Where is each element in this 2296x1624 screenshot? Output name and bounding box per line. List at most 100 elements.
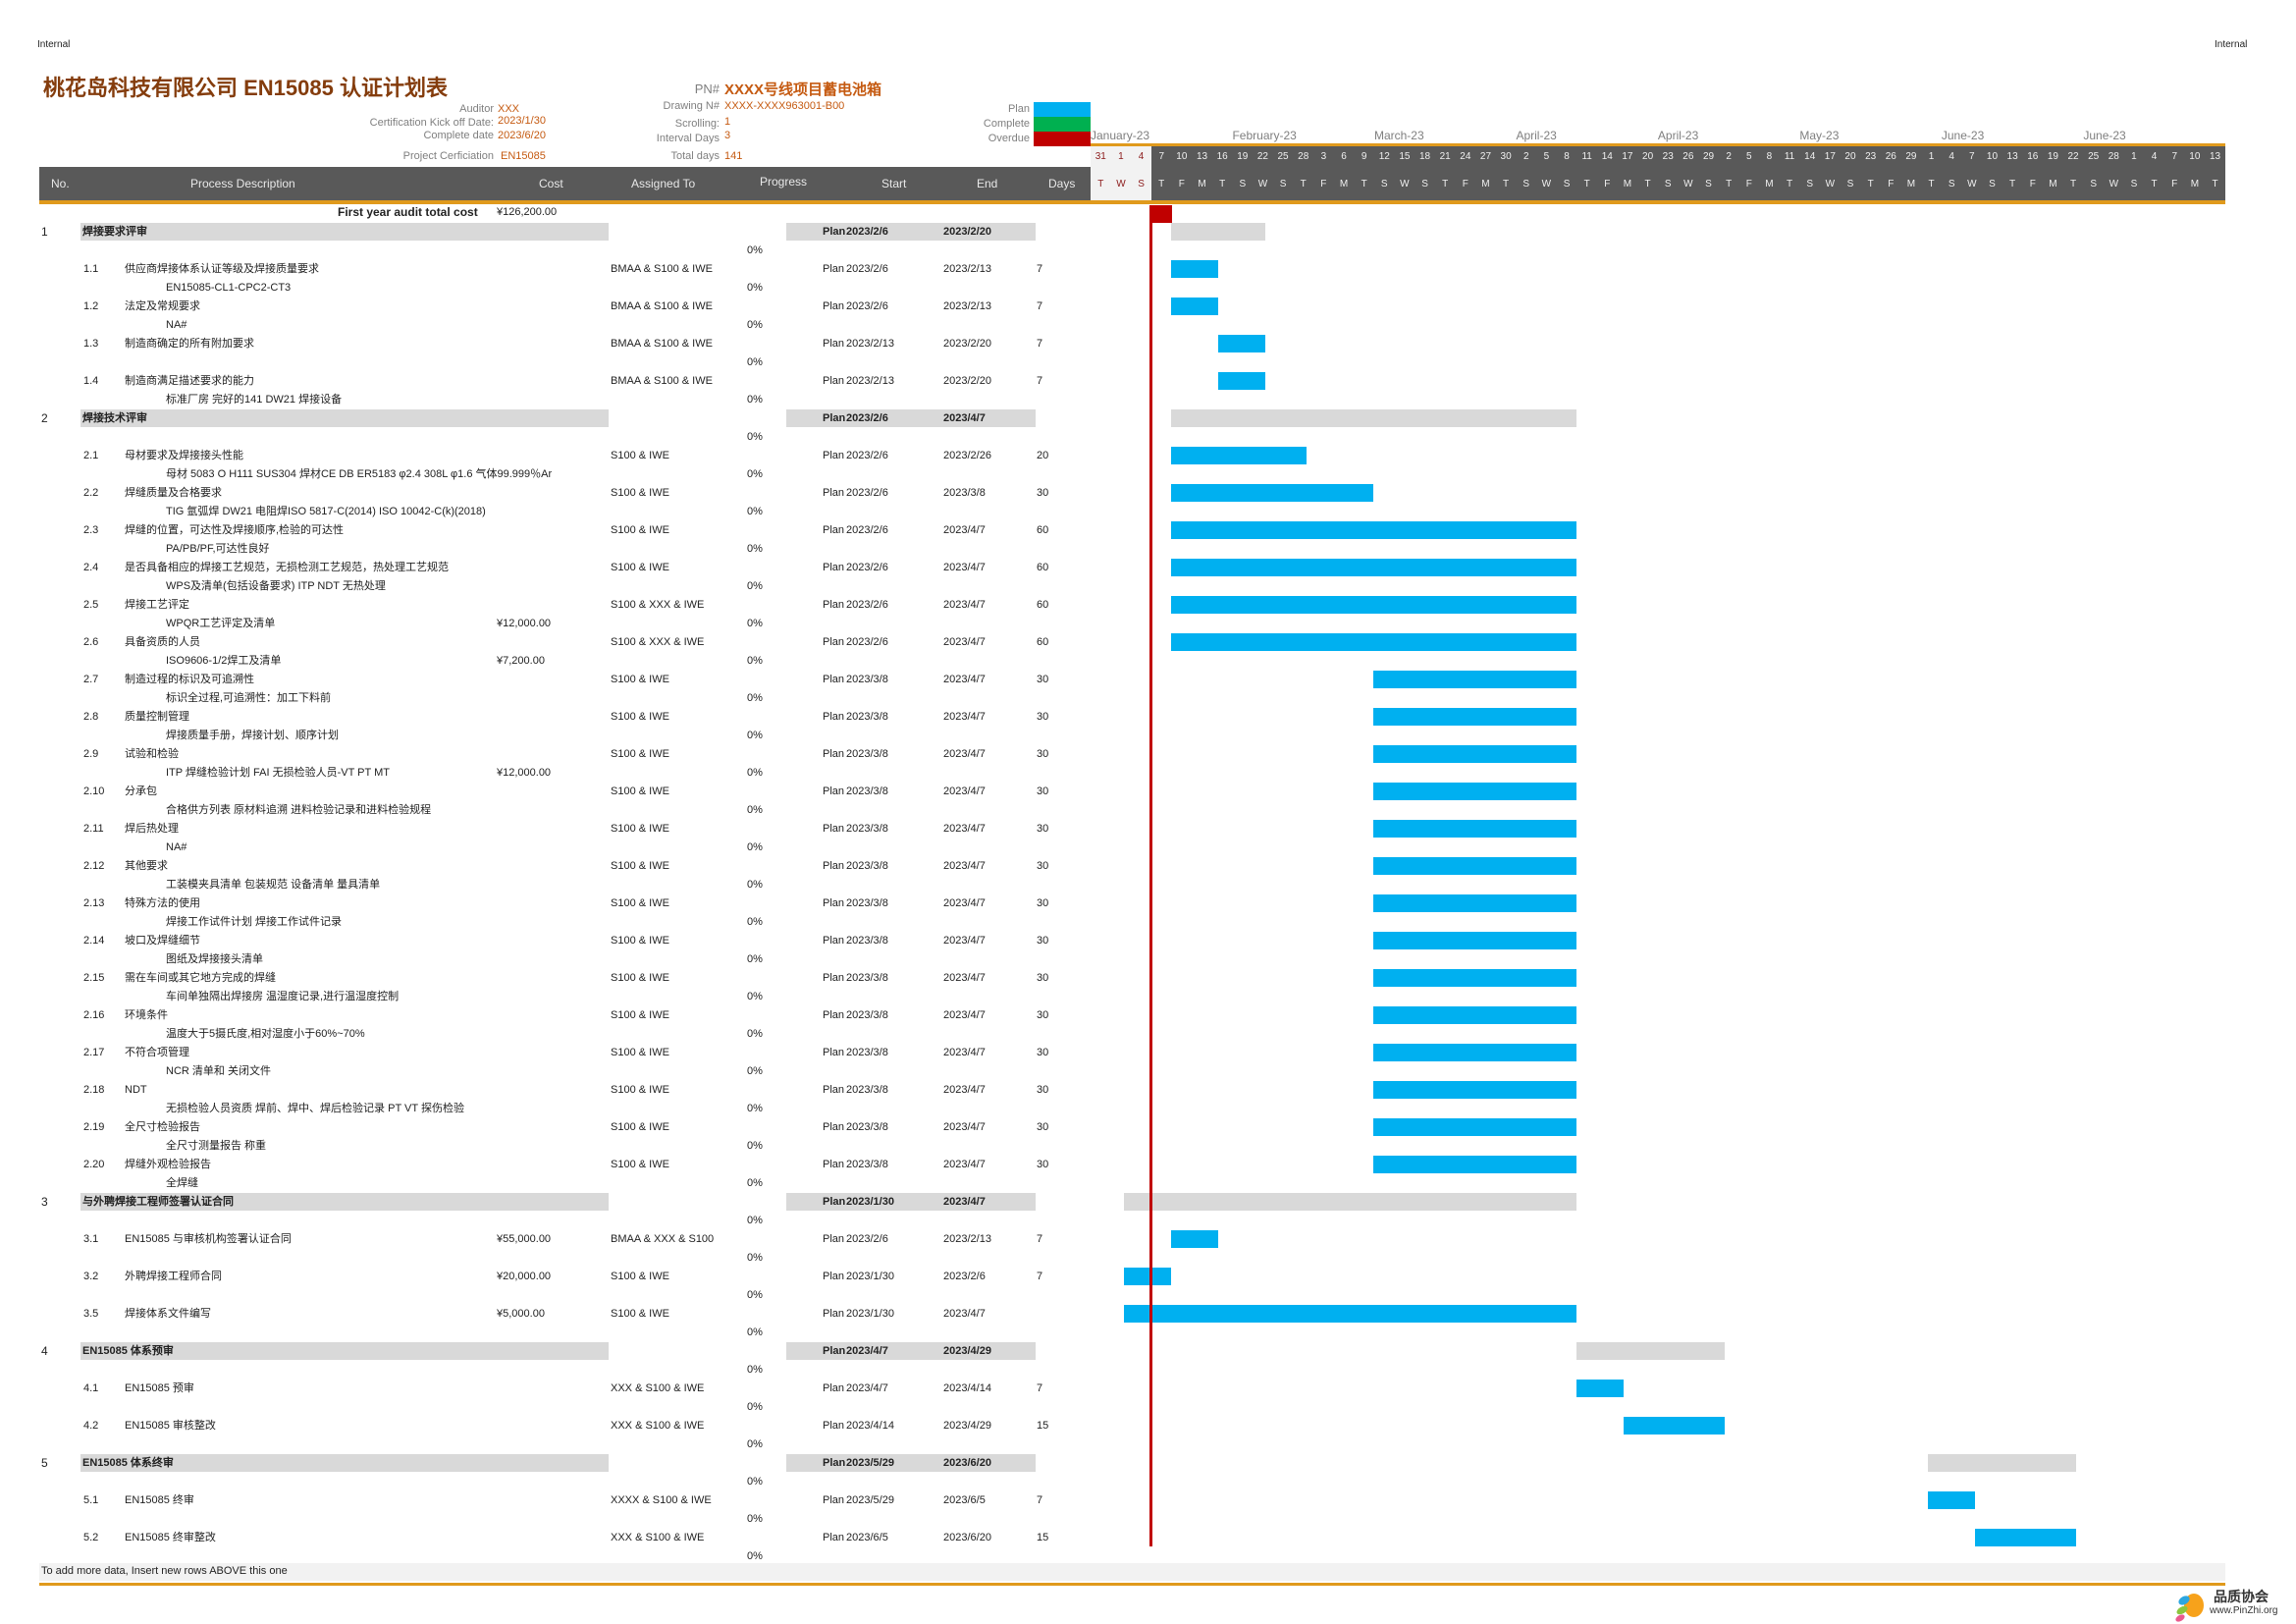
weekday-letter: F (1745, 179, 1752, 189)
task-row[interactable]: 2.14 坡口及焊缝细节 图纸及焊接接头清单 S100 & IWE Plan 2023/3… (0, 932, 2296, 969)
task-bar[interactable] (1373, 932, 1576, 949)
progress-value: 0% (747, 730, 763, 741)
footer-rule (39, 1583, 2225, 1586)
task-bar[interactable] (1373, 1081, 1576, 1099)
task-row[interactable]: 4.1 EN15085 预审 XXX & S100 & IWE Plan 2023/4/… (0, 1380, 2296, 1417)
task-number: 4.2 (83, 1420, 99, 1432)
task-row[interactable]: 2.11 焊后热处理 NA# S100 & IWE Plan 2023/3/8 2023/4… (0, 820, 2296, 857)
task-row[interactable]: 2.18 NDT 无损检验人员资质 焊前、焊中、焊后检验记录 PT VT 探伤检验 S… (0, 1081, 2296, 1118)
task-row[interactable]: 2.7 制造过程的标识及可追溯性 标识全过程,可追溯性：加工下料前 S100 & IW… (0, 671, 2296, 708)
weekday-letter: W (1257, 179, 1268, 189)
task-number: 1.2 (83, 300, 99, 312)
task-row[interactable]: 2.17 不符合项管理 NCR 清单和 关闭文件 S100 & IWE Plan 2023… (0, 1044, 2296, 1081)
group-bar[interactable] (1123, 1193, 1576, 1211)
task-label: 焊接工艺评定 (125, 599, 189, 611)
start-status: Plan (823, 935, 845, 947)
task-bar[interactable] (1171, 596, 1576, 614)
task-label: 焊接体系文件编写 (125, 1308, 211, 1320)
group-title: EN15085 体系预审 (82, 1345, 174, 1357)
task-bar[interactable] (1373, 894, 1576, 912)
task-row[interactable]: 2.2 焊缝质量及合格要求 TIG 氩弧焊 DW21 电阻焊ISO 5817-C(2… (0, 484, 2296, 521)
task-row[interactable]: 3.1 EN15085 与审核机构签署认证合同 ¥55,000.00 BMAA & X… (0, 1230, 2296, 1268)
task-row[interactable]: 2.10 分承包 合格供方列表 原材料追溯 进料检验记录和进料检验规程 S100 & … (0, 783, 2296, 820)
task-row[interactable]: 5.2 EN15085 终审整改 XXX & S100 & IWE Plan 2023/… (0, 1529, 2296, 1566)
task-row[interactable]: 2.1 母材要求及焊接接头性能 母材 5083 O H111 SUS304 焊材CE… (0, 447, 2296, 484)
task-row[interactable]: 1.3 制造商确定的所有附加要求 BMAA & S100 & IWE Plan 2023… (0, 335, 2296, 372)
progress-value: 0% (747, 319, 763, 331)
day-number: 8 (1766, 151, 1773, 162)
task-bar[interactable] (1171, 260, 1219, 278)
task-detail: WPS及清单(包括设备要求) ITP NDT 无热处理 (166, 580, 386, 592)
weekday-letter: T (1300, 179, 1307, 189)
task-bar[interactable] (1171, 298, 1219, 315)
task-bar[interactable] (1373, 820, 1576, 838)
task-bar[interactable] (1575, 1380, 1624, 1397)
task-row[interactable]: 2.15 需在车间或其它地方完成的焊缝 车间单独隔出焊接房 温湿度记录,进行温湿度控… (0, 969, 2296, 1006)
task-bar[interactable] (1123, 1268, 1171, 1285)
progress-value: 0% (747, 991, 763, 1002)
task-bar[interactable] (1373, 1118, 1576, 1136)
task-number: 2.8 (83, 711, 99, 723)
task-bar[interactable] (1218, 335, 1266, 352)
task-row[interactable]: 2.3 焊缝的位置，可达性及焊接顺序,检验的可达性 PA/PB/PF,可达性良好 S1… (0, 521, 2296, 559)
task-row[interactable]: 2.12 其他要求 工装模夹具清单 包装规范 设备清单 量具清单 S100 & IWE… (0, 857, 2296, 894)
duration-days: 7 (1037, 375, 1043, 387)
task-label: 是否具备相应的焊接工艺规范，无损检测工艺规范，热处理工艺规范 (125, 562, 449, 573)
group-row[interactable]: 2 焊接技术评审 Plan 2023/2/6 2023/4/7 0% (0, 409, 2296, 447)
group-row[interactable]: 1 焊接要求评审 Plan 2023/2/6 2023/2/20 0% (0, 223, 2296, 260)
task-row[interactable]: 2.20 焊缝外观检验报告 全焊缝 S100 & IWE Plan 2023/3/8 202… (0, 1156, 2296, 1193)
task-bar[interactable] (1623, 1417, 1726, 1435)
task-bar[interactable] (1373, 783, 1576, 800)
task-label: 具备资质的人员 (125, 636, 200, 648)
task-row[interactable]: 2.13 特殊方法的使用 焊接工作试件计划 焊接工作试件记录 S100 & IWE Pl… (0, 894, 2296, 932)
task-bar[interactable] (1171, 484, 1374, 502)
task-row[interactable]: 2.5 焊接工艺评定 WPQR工艺评定及清单 ¥12,000.00 S100 & XXX… (0, 596, 2296, 633)
start-status: Plan (823, 1457, 846, 1469)
duration-days: 20 (1037, 450, 1049, 461)
task-bar[interactable] (1373, 969, 1576, 987)
weekday-letter: T (1583, 179, 1590, 189)
task-row[interactable]: 1.1 供应商焊接体系认证等级及焊接质量要求 EN15085-CL1-CPC2-CT… (0, 260, 2296, 298)
task-bar[interactable] (1123, 1305, 1576, 1323)
start-date: 2023/1/30 (846, 1196, 894, 1208)
task-bar[interactable] (1171, 633, 1576, 651)
group-bar[interactable] (1927, 1454, 2076, 1472)
task-bar[interactable] (1171, 447, 1307, 464)
progress-value: 0% (747, 431, 763, 443)
task-row[interactable]: 1.4 制造商满足描述要求的能力 标准厂房 完好的141 DW21 焊接设备 BMAA… (0, 372, 2296, 409)
task-row[interactable]: 2.16 环境条件 温度大于5摄氏度,相对湿度小于60%~70% S100 & IWE… (0, 1006, 2296, 1044)
task-bar[interactable] (1373, 708, 1576, 726)
task-row[interactable]: 2.4 是否具备相应的焊接工艺规范，无损检测工艺规范，热处理工艺规范 WPS及清单(… (0, 559, 2296, 596)
task-bar[interactable] (1373, 1006, 1576, 1024)
task-bar[interactable] (1171, 1230, 1219, 1248)
task-bar[interactable] (1373, 1156, 1576, 1173)
task-bar[interactable] (1218, 372, 1266, 390)
task-cost: ¥7,200.00 (497, 655, 545, 667)
task-row[interactable]: 2.19 全尺寸检验报告 全尺寸测量报告 称重 S100 & IWE Plan 2023/… (0, 1118, 2296, 1156)
task-row[interactable]: 2.9 试验和检验 ITP 焊缝检验计划 FAI 无损检验人员-VT PT MT ¥1… (0, 745, 2296, 783)
weekday-letter: S (1806, 179, 1814, 189)
task-bar[interactable] (1373, 1044, 1576, 1061)
task-row[interactable]: 4.2 EN15085 审核整改 XXX & S100 & IWE Plan 2023/… (0, 1417, 2296, 1454)
task-row[interactable]: 2.6 具备资质的人员 ISO9606-1/2焊工及清单 ¥7,200.00 S100 … (0, 633, 2296, 671)
end-date: 2023/2/26 (943, 450, 991, 461)
day-number: 26 (1682, 151, 1694, 162)
group-bar[interactable] (1575, 1342, 1726, 1360)
start-status: Plan (823, 1047, 845, 1058)
start-status: Plan (823, 1159, 845, 1170)
group-bar[interactable] (1171, 409, 1576, 427)
task-bar[interactable] (1171, 559, 1576, 576)
task-bar[interactable] (1373, 671, 1576, 688)
task-bar[interactable] (1927, 1491, 1975, 1509)
start-status: Plan (823, 450, 845, 461)
group-row[interactable]: 4 EN15085 体系预审 Plan 2023/4/7 2023/4/29 0% (0, 1342, 2296, 1380)
task-row[interactable]: 1.2 法定及常规要求 NA# BMAA & S100 & IWE Plan 2023/2… (0, 298, 2296, 335)
task-bar[interactable] (1171, 521, 1576, 539)
task-bar[interactable] (1373, 745, 1576, 763)
group-band-left (80, 223, 609, 241)
task-number: 2.5 (83, 599, 99, 611)
task-bar[interactable] (1373, 857, 1576, 875)
task-row[interactable]: 2.8 质量控制管理 焊接质量手册，焊接计划、顺序计划 S100 & IWE Plan 2… (0, 708, 2296, 745)
group-bar[interactable] (1171, 223, 1266, 241)
task-bar[interactable] (1974, 1529, 2076, 1546)
